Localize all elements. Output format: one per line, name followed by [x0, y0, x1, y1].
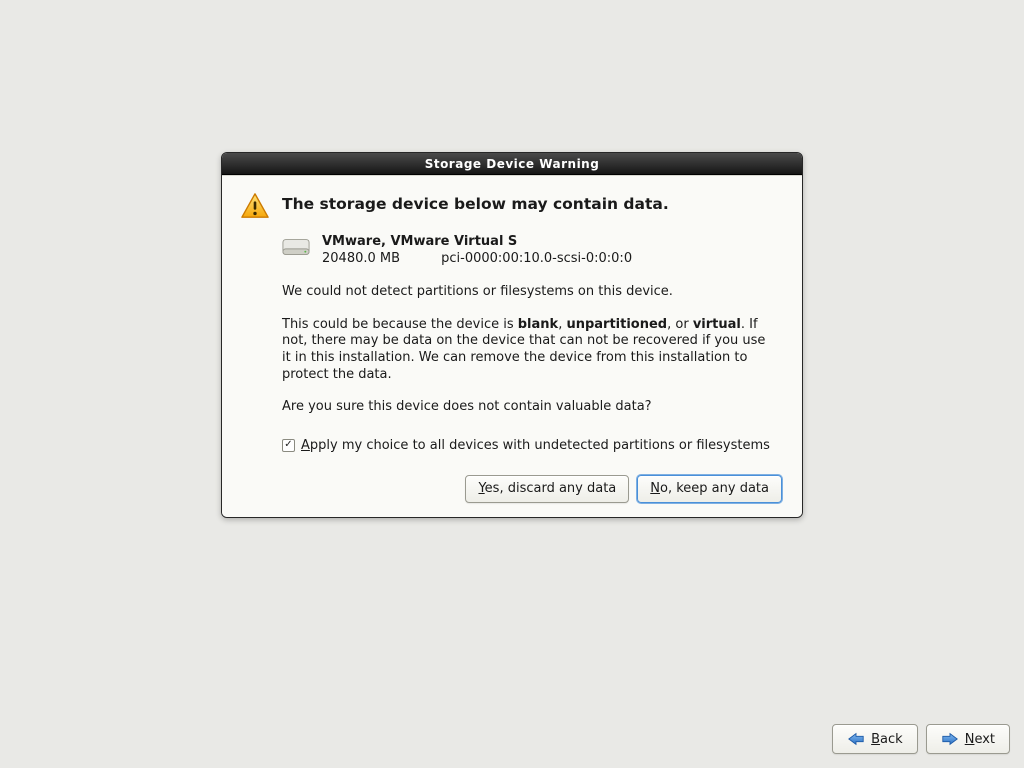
paragraph-1: We could not detect partitions or filesy…: [282, 284, 778, 301]
device-path: pci-0000:00:10.0-scsi-0:0:0:0: [441, 251, 632, 266]
disk-icon: [282, 236, 310, 258]
dialog-titlebar[interactable]: Storage Device Warning: [222, 153, 802, 175]
apply-all-checkbox[interactable]: ✓: [282, 439, 295, 452]
paragraph-2: This could be because the device is blan…: [282, 317, 778, 384]
next-button[interactable]: Next: [926, 724, 1010, 754]
back-button[interactable]: Back: [832, 724, 918, 754]
dialog-title: Storage Device Warning: [425, 157, 600, 171]
device-row: VMware, VMware Virtual S 20480.0 MB pci-…: [282, 234, 784, 266]
dialog-body: The storage device below may contain dat…: [222, 175, 802, 517]
yes-discard-button[interactable]: Yes, discard any data: [465, 475, 629, 503]
dialog-heading: The storage device below may contain dat…: [282, 195, 669, 213]
dialog-button-row: Yes, discard any data No, keep any data: [240, 475, 784, 503]
storage-warning-dialog: Storage Device Warning The storage devic…: [221, 152, 803, 518]
device-size: 20480.0 MB: [322, 251, 437, 266]
check-mark-icon: ✓: [284, 440, 292, 450]
apply-all-label: Apply my choice to all devices with unde…: [301, 438, 770, 453]
paragraph-3: Are you sure this device does not contai…: [282, 399, 778, 416]
device-name: VMware, VMware Virtual S: [322, 234, 632, 249]
arrow-left-icon: [847, 732, 865, 746]
wizard-nav: Back Next: [832, 724, 1010, 754]
apply-all-checkbox-row[interactable]: ✓ Apply my choice to all devices with un…: [282, 438, 784, 453]
warning-icon: [240, 192, 270, 220]
no-keep-button[interactable]: No, keep any data: [637, 475, 782, 503]
device-subinfo: 20480.0 MB pci-0000:00:10.0-scsi-0:0:0:0: [322, 251, 632, 266]
arrow-right-icon: [941, 732, 959, 746]
